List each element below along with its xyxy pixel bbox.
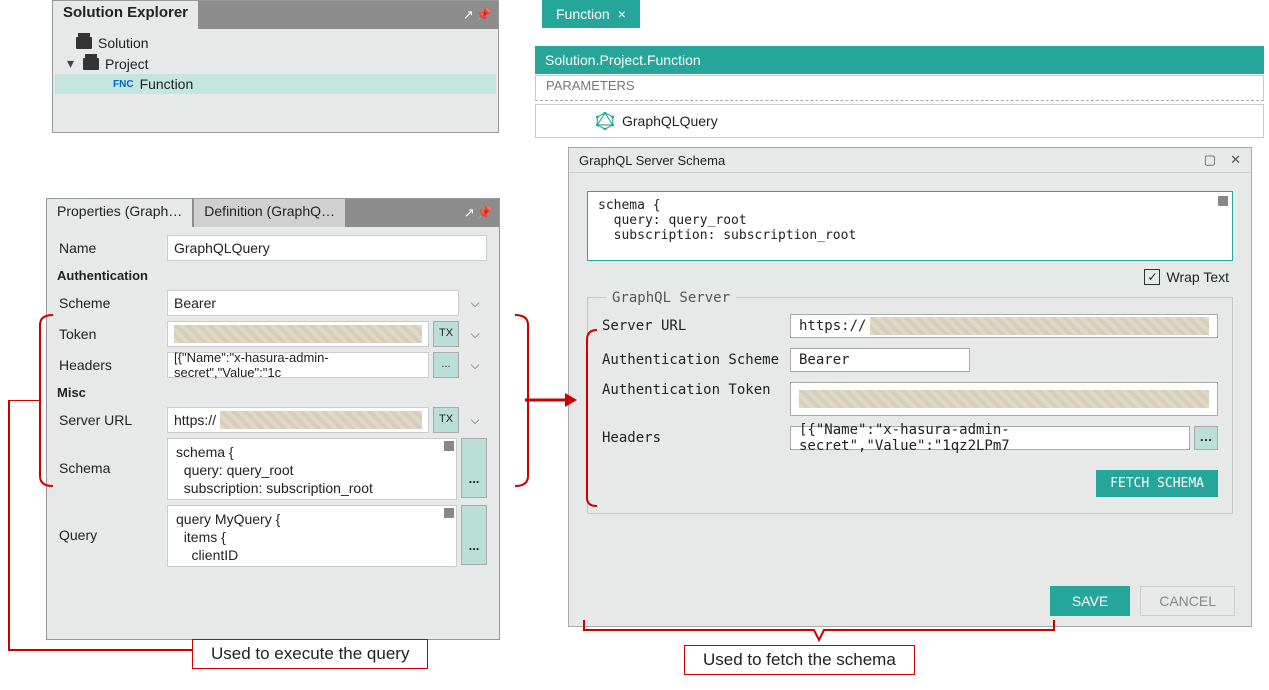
dropdown-icon[interactable]: ⌵ (463, 327, 487, 342)
breadcrumb-text: Solution.Project.Function (545, 52, 701, 68)
prop-row-headers: Headers [{"Name":"x-hasura-admin-secret"… (55, 350, 491, 380)
auth-scheme-input[interactable]: Bearer (790, 348, 970, 372)
graphql-schema-dialog: GraphQL Server Schema ▢ ✕ schema { query… (568, 147, 1252, 627)
tree-label: Function (140, 76, 194, 92)
prop-row-name: Name GraphQLQuery (55, 233, 491, 263)
redacted-token (174, 325, 422, 343)
panel-pin-icon[interactable]: 📌 (476, 7, 492, 23)
parameters-header[interactable]: PARAMETERS (535, 75, 1264, 101)
label-server-url: Server URL (602, 318, 786, 334)
annotation-caption-right: Used to fetch the schema (684, 645, 915, 675)
prop-row-token: Token TX ⌵ (55, 319, 491, 349)
ellipsis-button[interactable]: ... (461, 505, 487, 565)
wrap-text-row: ✓ Wrap Text (587, 261, 1233, 293)
redacted-token (799, 390, 1209, 408)
fieldset-legend: GraphQL Server (606, 290, 736, 306)
prop-label-headers: Headers (59, 357, 163, 373)
scroll-indicator (1218, 196, 1228, 206)
panel-pin-icon[interactable]: 📌 (477, 205, 493, 221)
prop-label-scheme: Scheme (59, 295, 163, 311)
prop-label-token: Token (59, 326, 163, 342)
server-url-input[interactable]: https:// (790, 314, 1218, 338)
dropdown-icon[interactable]: ⌵ (463, 296, 487, 311)
ellipsis-button[interactable]: ... (433, 352, 459, 378)
graphql-object-label: GraphQLQuery (622, 113, 718, 129)
close-icon[interactable]: × (618, 6, 626, 22)
tab-definition[interactable]: Definition (GraphQ… (194, 199, 345, 227)
tree-label: Project (105, 56, 149, 72)
prop-row-scheme: Scheme Bearer ⌵ (55, 288, 491, 318)
properties-tabs: Properties (Graph… Definition (GraphQ… ↗… (47, 199, 499, 227)
label-auth-scheme: Authentication Scheme (602, 352, 786, 368)
fetch-schema-button[interactable]: FETCH SCHEMA (1096, 470, 1218, 497)
row-auth-token: Authentication Token (602, 382, 1218, 416)
server-url-value: https:// (799, 318, 866, 334)
schema-textarea[interactable]: schema { query: query_root subscription:… (587, 191, 1233, 261)
graphql-server-fieldset: GraphQL Server Server URL https:// Authe… (587, 297, 1233, 514)
token-input[interactable] (167, 321, 429, 347)
headers-input[interactable]: [{"Name":"x-hasura-admin-secret","Value"… (790, 426, 1190, 450)
dialog-title: GraphQL Server Schema (579, 153, 725, 168)
function-breadcrumb: Solution.Project.Function (535, 46, 1264, 74)
wrap-text-label: Wrap Text (1166, 269, 1229, 285)
tx-button[interactable]: TX (433, 321, 459, 347)
solution-explorer-header: Solution Explorer ↗ 📌 (53, 1, 498, 29)
row-headers: Headers [{"Name":"x-hasura-admin-secret"… (602, 426, 1218, 450)
tree-label: Solution (98, 35, 149, 51)
function-tab-label: Function (556, 6, 610, 22)
function-type-badge: FNC (113, 79, 134, 90)
scroll-indicator (444, 508, 454, 518)
annotation-caption-left: Used to execute the query (192, 639, 428, 669)
close-icon[interactable]: ✕ (1230, 152, 1241, 168)
ellipsis-button[interactable]: … (1194, 426, 1218, 450)
wrap-text-checkbox[interactable]: ✓ (1144, 269, 1160, 285)
name-input[interactable]: GraphQLQuery (167, 235, 487, 261)
query-input[interactable]: query MyQuery { items { clientID (167, 505, 457, 567)
panel-undock-icon[interactable]: ↗ (463, 7, 474, 23)
headers-input[interactable]: [{"Name":"x-hasura-admin-secret","Value"… (167, 352, 429, 378)
ellipsis-button[interactable]: ... (461, 438, 487, 498)
label-headers: Headers (602, 430, 786, 446)
dropdown-icon[interactable]: ⌵ (463, 413, 487, 428)
tab-properties[interactable]: Properties (Graph… (47, 199, 192, 227)
label-auth-token: Authentication Token (602, 382, 786, 398)
redacted-url (870, 317, 1209, 335)
row-server-url: Server URL https:// (602, 314, 1218, 338)
tree-node-function[interactable]: FNC Function (55, 74, 496, 94)
scheme-input[interactable]: Bearer (167, 290, 459, 316)
serverurl-input[interactable]: https:// (167, 407, 429, 433)
scroll-indicator (444, 441, 454, 451)
maximize-icon[interactable]: ▢ (1204, 152, 1216, 168)
solution-icon (76, 37, 92, 49)
graphql-icon (596, 112, 614, 130)
schema-input[interactable]: schema { query: query_root subscription:… (167, 438, 457, 500)
tree-node-solution[interactable]: Solution (55, 33, 496, 53)
auth-token-input[interactable] (790, 382, 1218, 416)
row-auth-scheme: Authentication Scheme Bearer (602, 348, 1218, 372)
project-icon (83, 58, 99, 70)
chevron-down-icon[interactable]: ▾ (67, 55, 77, 72)
solution-explorer-title: Solution Explorer (53, 1, 198, 29)
annotation-line-left (4, 400, 204, 660)
parameters-label: PARAMETERS (546, 78, 635, 93)
solution-tree: Solution ▾ Project FNC Function (53, 29, 498, 98)
annotation-arrow (525, 390, 577, 410)
tree-node-project[interactable]: ▾ Project (55, 53, 496, 74)
function-tab[interactable]: Function × (542, 0, 640, 28)
solution-explorer-panel: Solution Explorer ↗ 📌 Solution ▾ Project… (52, 0, 499, 133)
save-button[interactable]: SAVE (1050, 586, 1130, 616)
tx-button[interactable]: TX (433, 407, 459, 433)
prop-label-name: Name (59, 240, 163, 256)
annotation-bracket-right (585, 328, 601, 508)
section-authentication: Authentication (55, 264, 491, 287)
dialog-titlebar: GraphQL Server Schema ▢ ✕ (569, 148, 1251, 173)
panel-undock-icon[interactable]: ↗ (464, 205, 475, 221)
dropdown-icon[interactable]: ⌵ (463, 358, 487, 373)
redacted-url (220, 411, 422, 429)
graphql-object-row[interactable]: GraphQLQuery (535, 104, 1264, 138)
cancel-button[interactable]: CANCEL (1140, 586, 1235, 616)
